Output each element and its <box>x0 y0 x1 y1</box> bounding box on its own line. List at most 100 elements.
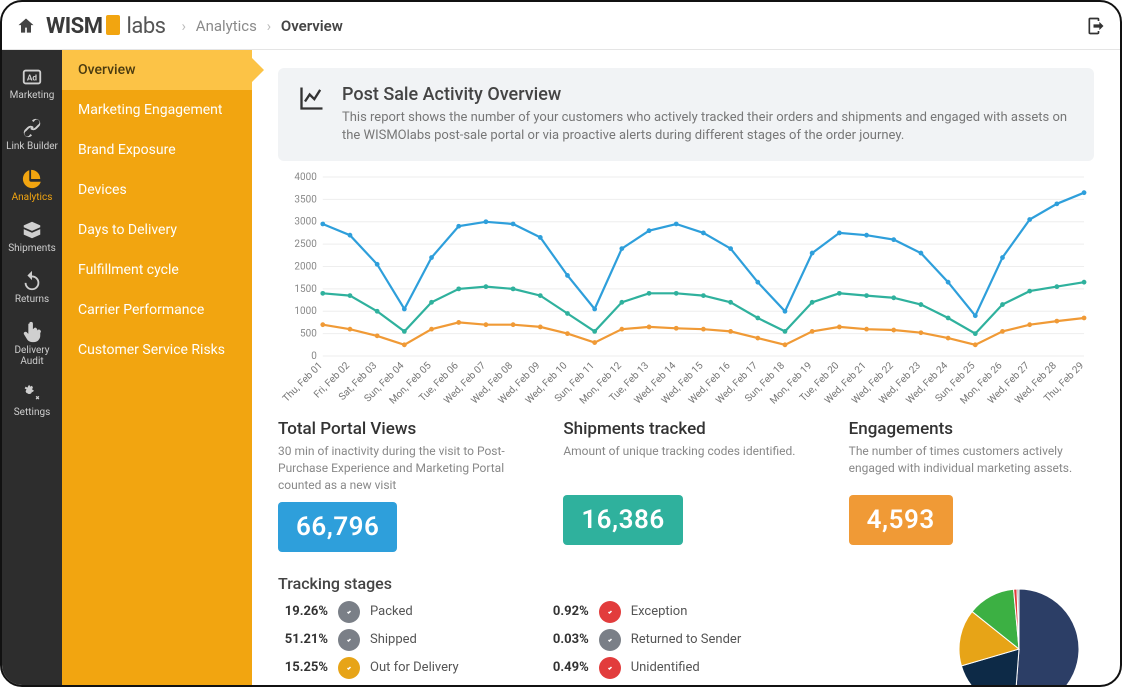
subnav-days-to-delivery[interactable]: Days to Delivery <box>62 210 252 250</box>
rail-link-builder[interactable]: Link Builder <box>2 109 62 158</box>
stage-pct: 0.03% <box>539 632 589 647</box>
link-icon <box>2 117 62 139</box>
breadcrumb-section[interactable]: Analytics <box>196 17 257 35</box>
rail-label: Analytics <box>2 192 62 203</box>
stage-status-icon <box>599 601 621 623</box>
stage-row: 15.25% Out for Delivery <box>278 657 459 679</box>
home-icon[interactable] <box>16 16 36 36</box>
topbar: WISM labs › Analytics › Overview <box>2 2 1120 50</box>
stage-status-icon <box>338 601 360 623</box>
page-title: Post Sale Activity Overview <box>342 84 1074 105</box>
app-window: WISM labs › Analytics › Overview Ad Mark… <box>0 0 1122 687</box>
svg-text:1000: 1000 <box>294 307 317 318</box>
rail-analytics[interactable]: Analytics <box>2 160 62 209</box>
tracking-stages-pie <box>924 574 1094 685</box>
logout-icon[interactable] <box>1086 16 1106 36</box>
subnav-customer-service-risks[interactable]: Customer Service Risks <box>62 330 252 370</box>
subnav-brand-exposure[interactable]: Brand Exposure <box>62 130 252 170</box>
subnav-devices[interactable]: Devices <box>62 170 252 210</box>
stages-title: Tracking stages <box>278 574 741 593</box>
nav-rail: Ad Marketing Link Builder Analytics Ship… <box>2 50 62 685</box>
subnav-marketing-engagement[interactable]: Marketing Engagement <box>62 90 252 130</box>
stage-label: Returned to Sender <box>631 632 742 647</box>
ad-icon: Ad <box>2 66 62 88</box>
tracking-stages-section: Tracking stages 19.26% Packed 51.21% Ship… <box>278 574 1094 685</box>
subnav-fulfillment-cycle[interactable]: Fulfillment cycle <box>62 250 252 290</box>
stages-col-left: 19.26% Packed 51.21% Shipped 15.25% Out fo… <box>278 601 459 685</box>
svg-text:Ad: Ad <box>27 74 38 84</box>
stage-row: 19.26% Packed <box>278 601 459 623</box>
stage-label: Shipped <box>370 632 417 647</box>
breadcrumb: › Analytics › Overview <box>176 17 343 35</box>
rail-label: Link Builder <box>2 141 62 152</box>
stage-pct: 15.25% <box>278 660 328 675</box>
svg-text:1500: 1500 <box>294 284 317 295</box>
stage-label: Exception <box>631 604 688 619</box>
svg-text:2000: 2000 <box>294 262 317 273</box>
breadcrumb-current: Overview <box>281 17 343 35</box>
stages-col-right: 0.92% Exception0.03% Returned to Sender0… <box>539 601 742 685</box>
stage-pct: 19.26% <box>278 604 328 619</box>
chart-line-icon <box>298 84 326 145</box>
metric-desc: Amount of unique tracking codes identifi… <box>563 443 808 487</box>
stage-row: 51.21% Shipped <box>278 629 459 651</box>
stage-status-icon <box>599 629 621 651</box>
rail-label: Settings <box>2 407 62 418</box>
brand-part1: WISM <box>46 14 103 39</box>
gears-icon <box>2 383 62 405</box>
rail-settings[interactable]: Settings <box>2 375 62 424</box>
stage-row: 0.49% Unidentified <box>539 657 742 679</box>
rail-label: Delivery Audit <box>2 345 62 367</box>
box-icon <box>2 219 62 241</box>
stage-row: 0.92% Exception <box>539 601 742 623</box>
svg-text:4000: 4000 <box>294 172 317 183</box>
rail-label: Returns <box>2 294 62 305</box>
body: Ad Marketing Link Builder Analytics Ship… <box>2 50 1120 685</box>
svg-text:3000: 3000 <box>294 217 317 228</box>
stage-pct: 0.49% <box>539 660 589 675</box>
page-description: This report shows the number of your cus… <box>342 109 1074 145</box>
metric-value: 4,593 <box>849 495 953 545</box>
metric-title: Shipments tracked <box>563 419 808 439</box>
stage-pct: 0.92% <box>539 604 589 619</box>
rail-returns[interactable]: Returns <box>2 262 62 311</box>
brand-part2: labs <box>127 14 166 39</box>
svg-text:500: 500 <box>300 329 317 340</box>
pie-chart-icon <box>2 168 62 190</box>
stage-row: 0.03% Returned to Sender <box>539 629 742 651</box>
metric-title: Engagements <box>849 419 1094 439</box>
metric-total-views: Total Portal Views 30 min of inactivity … <box>278 419 523 551</box>
rail-shipments[interactable]: Shipments <box>2 211 62 260</box>
svg-text:3500: 3500 <box>294 195 317 206</box>
stage-label: Packed <box>370 604 413 619</box>
brand-accent-icon <box>106 15 120 35</box>
subnav-carrier-performance[interactable]: Carrier Performance <box>62 290 252 330</box>
activity-line-chart: 05001000150020002500300035004000Thu, Feb… <box>278 171 1094 411</box>
rail-label: Marketing <box>2 90 62 101</box>
metric-desc: The number of times customers actively e… <box>849 443 1094 487</box>
metrics-row: Total Portal Views 30 min of inactivity … <box>278 419 1094 551</box>
stage-status-icon <box>338 657 360 679</box>
stage-label: Unidentified <box>631 660 700 675</box>
subnav-overview[interactable]: Overview <box>62 50 252 90</box>
subnav: Overview Marketing Engagement Brand Expo… <box>62 50 252 685</box>
stage-status-icon <box>338 629 360 651</box>
rail-delivery-audit[interactable]: Delivery Audit <box>2 313 62 373</box>
metric-desc: 30 min of inactivity during the visit to… <box>278 443 523 493</box>
metric-value: 66,796 <box>278 502 397 552</box>
stage-label: Out for Delivery <box>370 660 459 675</box>
stage-pct: 51.21% <box>278 632 328 647</box>
page-header-card: Post Sale Activity Overview This report … <box>278 68 1094 161</box>
rail-label: Shipments <box>2 243 62 254</box>
brand-logo[interactable]: WISM labs <box>46 13 166 39</box>
rail-marketing[interactable]: Ad Marketing <box>2 58 62 107</box>
main-content: Post Sale Activity Overview This report … <box>252 50 1120 685</box>
pointer-icon <box>2 321 62 343</box>
metric-engagements: Engagements The number of times customer… <box>849 419 1094 551</box>
return-arrow-icon <box>2 270 62 292</box>
metric-value: 16,386 <box>563 495 682 545</box>
metric-title: Total Portal Views <box>278 419 523 439</box>
svg-text:2500: 2500 <box>294 239 317 250</box>
stage-status-icon <box>599 657 621 679</box>
metric-shipments-tracked: Shipments tracked Amount of unique track… <box>563 419 808 551</box>
